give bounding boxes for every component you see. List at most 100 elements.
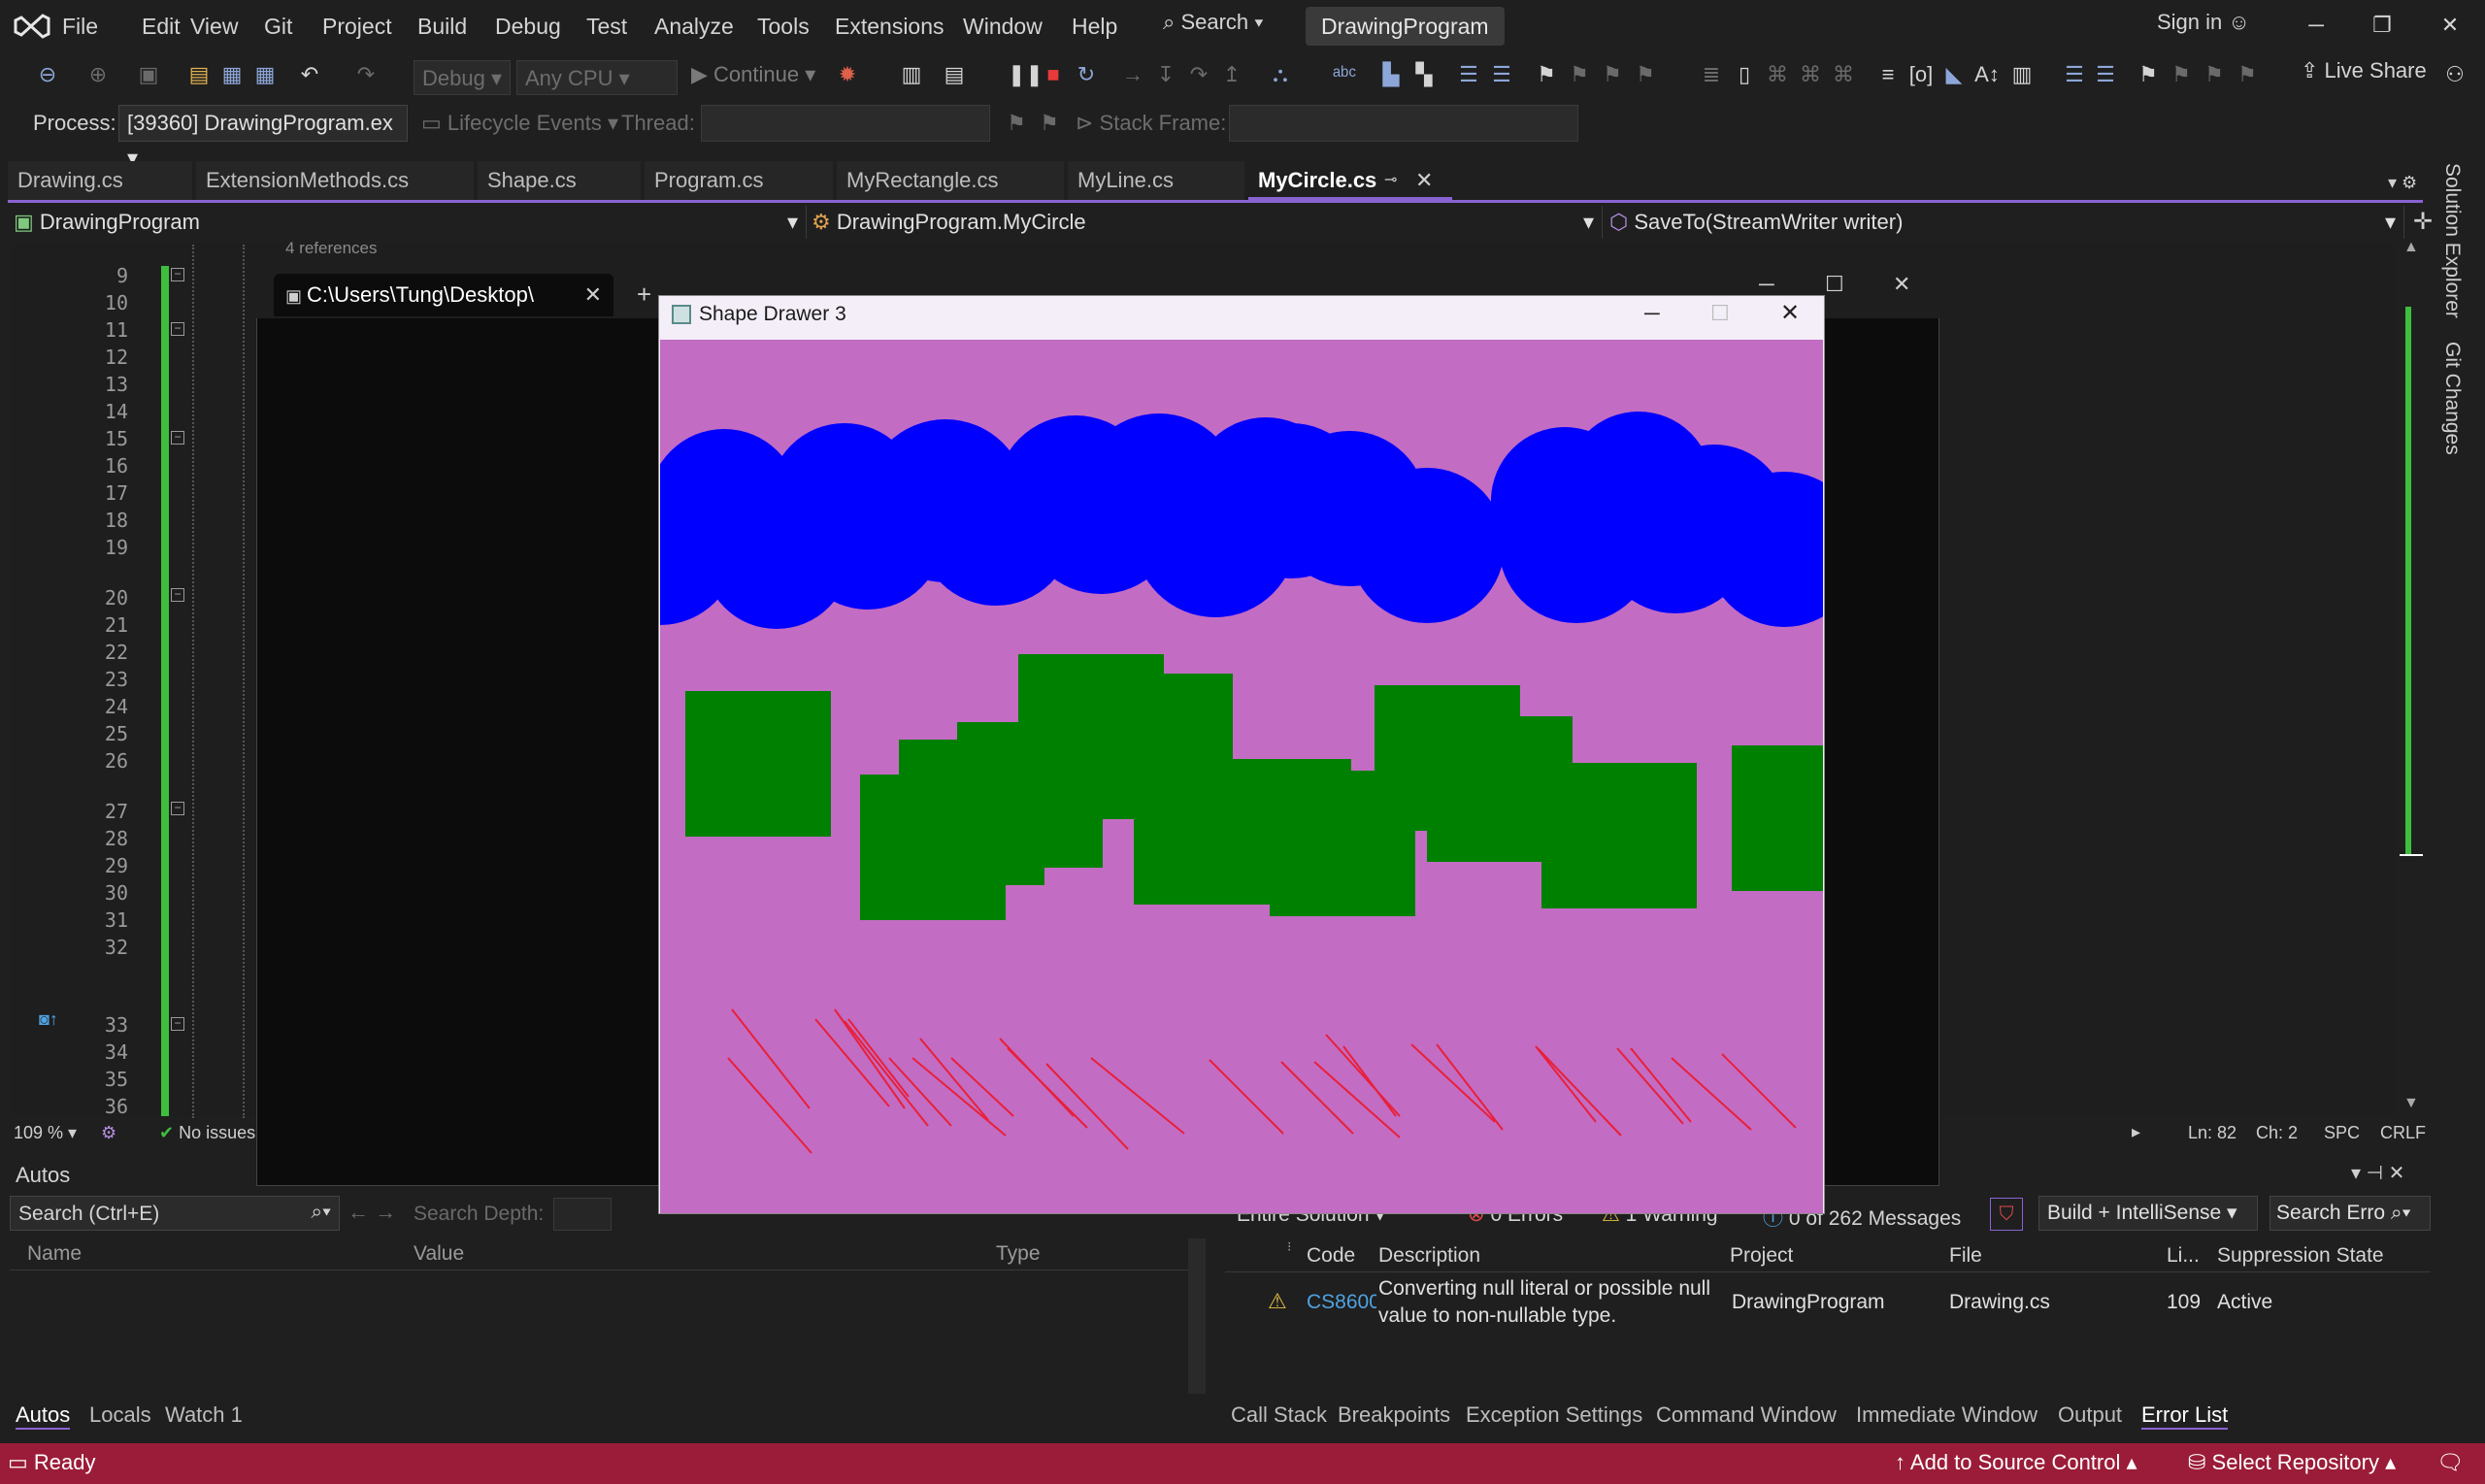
scroll-right-icon[interactable]: ▸ <box>2132 1122 2140 1142</box>
search-nav-arrows-icon[interactable]: ← → <box>348 1200 396 1225</box>
tab-program-cs[interactable]: Program.cs <box>645 161 833 200</box>
brackets-icon[interactable]: [o] <box>1908 62 1934 87</box>
git-changes-tab[interactable]: Git Changes <box>2440 342 2464 455</box>
new-tab-icon[interactable]: + <box>637 280 651 310</box>
tab-command-window[interactable]: Command Window <box>1656 1402 1837 1428</box>
collapse-region-icon[interactable]: − <box>171 588 184 602</box>
menu-project[interactable]: Project <box>322 14 392 40</box>
close-tab-icon[interactable]: ✕ <box>1415 161 1433 200</box>
font-size-icon[interactable]: A↕ <box>1974 62 2000 87</box>
next-bookmark-icon[interactable]: ⚑ <box>1600 62 1625 87</box>
panel-window-controls[interactable]: ▾ ⊣ ✕ <box>2351 1161 2404 1185</box>
platform-dropdown[interactable]: Any CPU ▾ <box>516 60 678 95</box>
configuration-dropdown[interactable]: Debug ▾ <box>414 60 511 95</box>
step-back-icon[interactable]: ↷ <box>1186 62 1211 87</box>
list-icon[interactable]: ☰ <box>2062 62 2087 87</box>
app-minimize-icon[interactable]: ─ <box>1644 301 1660 326</box>
tab-output[interactable]: Output <box>2058 1402 2122 1428</box>
tab-exception-settings[interactable]: Exception Settings <box>1466 1402 1642 1428</box>
project-dropdown[interactable]: ▣ DrawingProgram ▾ <box>14 206 807 239</box>
type-dropdown[interactable]: ⚙ DrawingProgram.MyCircle ▾ <box>812 206 1603 239</box>
column-code[interactable]: Code <box>1307 1244 1355 1268</box>
tab-shape-cs[interactable]: Shape.cs <box>478 161 641 200</box>
save-icon[interactable]: ▦ <box>219 62 245 87</box>
column-description[interactable]: Description <box>1378 1244 1480 1268</box>
restart-icon[interactable]: ↻ <box>1074 62 1099 87</box>
step-out-icon[interactable]: ↥ <box>1219 62 1244 87</box>
prev-bookmark-icon[interactable]: ⚑ <box>1567 62 1592 87</box>
collapse-region-icon[interactable]: − <box>171 802 184 815</box>
column-li-[interactable]: Li... <box>2167 1244 2200 1268</box>
stop-icon[interactable]: ■ <box>1041 62 1066 87</box>
hot-reload-icon[interactable]: ✹ <box>835 62 860 87</box>
notifications-icon[interactable]: 🗨 <box>2436 1450 2464 1475</box>
comment-icon[interactable]: ▙ <box>1378 62 1404 87</box>
menu-edit[interactable]: Edit <box>142 14 181 40</box>
flag-clear-icon[interactable]: ⚑ <box>2235 62 2260 87</box>
terminal-maximize-icon[interactable]: ☐ <box>1825 272 1844 297</box>
diagram-icon[interactable]: ⌘ <box>1765 62 1790 87</box>
indent-icon[interactable]: ☰ <box>1456 62 1481 87</box>
column-value[interactable]: Value <box>414 1242 464 1266</box>
flag-next-icon[interactable]: ⚑ <box>2202 62 2227 87</box>
codelens-references[interactable]: 4 references <box>285 239 378 258</box>
menu-build[interactable]: Build <box>417 14 467 40</box>
whitespace-indicator[interactable]: SPC <box>2324 1123 2360 1143</box>
flag-prev-icon[interactable]: ⚑ <box>2169 62 2194 87</box>
live-share-button[interactable]: ⇪ Live Share <box>2301 58 2427 83</box>
menu-analyze[interactable]: Analyze <box>654 14 734 40</box>
scroll-up-icon[interactable]: ▲ <box>2403 239 2419 256</box>
terminal-minimize-icon[interactable]: ─ <box>1759 272 1774 297</box>
forward-icon[interactable]: ⊕ <box>85 62 111 87</box>
column-name[interactable]: Name <box>27 1242 82 1266</box>
map-icon[interactable]: ⌘ <box>1831 62 1856 87</box>
tab-overflow-icon[interactable]: ▾ ⚙ <box>2388 173 2417 193</box>
select-repository-button[interactable]: ⛁ Select Repository ▴ <box>2188 1450 2396 1475</box>
close-tab-icon[interactable]: ✕ <box>584 274 602 316</box>
menu-view[interactable]: View <box>190 14 238 40</box>
process-dropdown[interactable]: [39360] DrawingProgram.ex ▾ <box>118 105 408 170</box>
search-button[interactable]: ⌕ Search ▾ <box>1163 10 1264 35</box>
bookmark-icon[interactable]: ⚑ <box>1534 62 1559 87</box>
line-indicator[interactable]: Ln: 82 <box>2188 1123 2236 1143</box>
align-icon[interactable]: ≡ <box>1875 62 1901 87</box>
thread-dropdown[interactable] <box>701 105 990 142</box>
restore-button[interactable]: ❐ <box>2353 6 2411 45</box>
autos-scrollbar[interactable] <box>1188 1238 1206 1394</box>
issues-indicator[interactable]: ✔ No issues <box>159 1123 255 1143</box>
undo-icon[interactable]: ↶ <box>297 62 322 87</box>
zoom-dropdown[interactable]: 109 % ▾ <box>14 1123 77 1143</box>
terminal-close-icon[interactable]: ✕ <box>1893 272 1910 297</box>
save-all-icon[interactable]: ▦ <box>252 62 278 87</box>
menu-extensions[interactable]: Extensions <box>835 14 944 40</box>
collapse-region-icon[interactable]: − <box>171 1017 184 1031</box>
tab-breakpoints[interactable]: Breakpoints <box>1338 1402 1450 1428</box>
menu-git[interactable]: Git <box>264 14 292 40</box>
flag-icon[interactable]: ⚑ <box>2136 62 2161 87</box>
tab-extensionmethods-cs[interactable]: ExtensionMethods.cs <box>196 161 474 200</box>
column-indicator[interactable]: Ch: 2 <box>2256 1123 2298 1143</box>
clear-bookmark-icon[interactable]: ⚑ <box>1633 62 1658 87</box>
add-to-source-control-button[interactable]: ↑ Add to Source Control ▴ <box>1895 1450 2137 1475</box>
app-maximize-icon[interactable]: ☐ <box>1710 301 1730 326</box>
uncomment-icon[interactable]: ▚ <box>1411 62 1437 87</box>
continue-button[interactable]: ▶ Continue ▾ <box>691 62 815 87</box>
error-row[interactable]: ⚠ CS8600 Converting null literal or possib… <box>1225 1277 2431 1337</box>
layout-icon[interactable]: ▤ <box>942 62 967 87</box>
columns-icon[interactable]: ▥ <box>2009 62 2035 87</box>
step-into-icon[interactable]: → <box>1120 62 1145 87</box>
outdent-icon[interactable]: ☰ <box>1489 62 1514 87</box>
menu-help[interactable]: Help <box>1072 14 1117 40</box>
menu-window[interactable]: Window <box>963 14 1043 40</box>
breakpoint-icon[interactable]: ◣ <box>1941 62 1967 87</box>
tab-immediate-window[interactable]: Immediate Window <box>1856 1402 2038 1428</box>
tab-locals[interactable]: Locals <box>89 1402 151 1428</box>
search-depth-dropdown[interactable] <box>553 1198 612 1231</box>
terminal-tab[interactable]: ▣ C:\Users\Tung\Desktop\ ✕ <box>274 274 613 316</box>
format-icon[interactable]: ≣ <box>1699 62 1724 87</box>
sign-in-button[interactable]: Sign in ☺ <box>2157 10 2250 35</box>
redo-icon[interactable]: ↷ <box>353 62 379 87</box>
column-suppression-state[interactable]: Suppression State <box>2217 1244 2384 1268</box>
hierarchy-icon[interactable]: ⛬ <box>1268 62 1293 87</box>
menu-tools[interactable]: Tools <box>757 14 810 40</box>
